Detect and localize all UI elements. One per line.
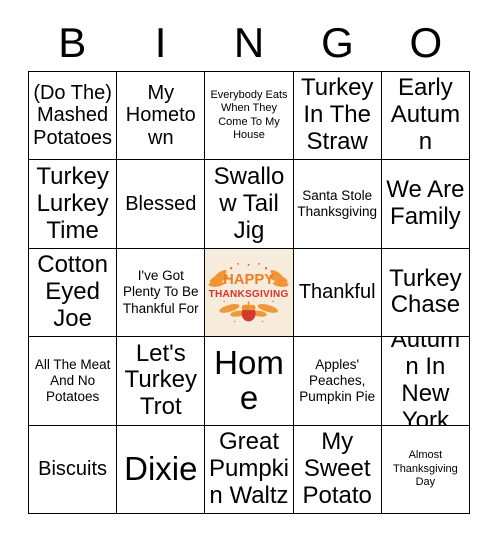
bingo-cell[interactable]: Dixie (117, 425, 206, 514)
bingo-cell[interactable]: Apples' Peaches, Pumpkin Pie (293, 337, 382, 426)
bingo-header-letter-b: B (58, 18, 87, 66)
bingo-header: B I N G O (28, 14, 470, 71)
bingo-cell[interactable]: Almost Thanksgiving Day (381, 425, 470, 514)
bingo-header-letter-g: G (321, 18, 354, 66)
bingo-card: B I N G O (Do The) Mashed Potatoes My Hom… (0, 0, 500, 544)
bingo-header-letter-n: N (233, 18, 265, 66)
svg-text:HAPPY: HAPPY (223, 272, 274, 288)
bingo-cell-label: All The Meat And No Potatoes (34, 356, 111, 404)
bingo-cell-label: Thankful (298, 281, 376, 304)
bingo-cell-label: Blessed (125, 192, 197, 215)
bingo-cell[interactable]: Let's Turkey Trot (117, 337, 206, 426)
bingo-cell-label: Everybody Eats When They Come To My Hous… (210, 88, 288, 142)
bingo-cell[interactable]: Cotton Eyed Joe (29, 248, 118, 338)
bingo-cell-label: Almost Thanksgiving Day (392, 449, 458, 488)
bingo-cell-label: I've Got Plenty To Be Thankful For (122, 268, 199, 316)
svg-text:THANKSGIVING: THANKSGIVING (209, 289, 289, 300)
bingo-cell[interactable]: I've Got Plenty To Be Thankful For (117, 248, 206, 338)
bingo-cell-label: Let's Turkey Trot (124, 339, 198, 421)
bingo-grid: (Do The) Mashed Potatoes My Hometown Every… (28, 71, 470, 514)
bingo-cell-label: Swallow Tail Jig (213, 162, 285, 244)
bingo-cell[interactable]: Biscuits (29, 425, 118, 514)
bingo-cell-label: Turkey Lurkey Time (36, 162, 109, 244)
bingo-cell-label: Turkey In The Straw (300, 74, 374, 156)
bingo-cell[interactable]: We Are Family (381, 160, 470, 249)
bingo-cell-label: Dixie (124, 449, 198, 487)
bingo-cell[interactable]: Everybody Eats When They Come To My Hous… (205, 72, 294, 161)
bingo-cell-label: Biscuits (38, 457, 108, 480)
bingo-cell-label: Turkey Chase (389, 264, 462, 319)
bingo-cell[interactable]: My Sweet Potato (293, 425, 382, 514)
bingo-cell[interactable]: Blessed (117, 160, 206, 249)
bingo-cell-label: Autumn In New York (390, 337, 461, 426)
bingo-header-letter-o: O (409, 18, 443, 66)
bingo-cell[interactable]: Early Autumn (381, 72, 470, 161)
bingo-cell-label: My Hometown (125, 81, 196, 150)
bingo-cell-label: Early Autumn (390, 74, 461, 156)
bingo-cell-label: Home (214, 344, 284, 416)
bingo-cell-label: Santa Stole Thanksgiving (297, 187, 377, 220)
bingo-cell[interactable]: Great Pumpkin Waltz (205, 425, 294, 514)
bingo-cell[interactable]: Thankful (293, 248, 382, 338)
bingo-cell[interactable]: Autumn In New York (381, 337, 470, 426)
bingo-cell[interactable]: Turkey In The Straw (293, 72, 382, 161)
bingo-cell-label: Apples' Peaches, Pumpkin Pie (299, 356, 376, 404)
bingo-cell-label: (Do The) Mashed Potatoes (33, 81, 113, 150)
bingo-cell[interactable]: All The Meat And No Potatoes (29, 337, 118, 426)
bingo-cell[interactable]: Turkey Lurkey Time (29, 160, 118, 249)
bingo-cell[interactable]: Swallow Tail Jig (205, 160, 294, 249)
bingo-cell[interactable]: Turkey Chase (381, 248, 470, 338)
bingo-cell-label: Great Pumpkin Waltz (208, 427, 289, 509)
bingo-cell[interactable]: Santa Stole Thanksgiving (293, 160, 382, 249)
bingo-cell[interactable]: Home (205, 337, 294, 426)
bingo-cell-label: We Are Family (386, 176, 465, 231)
bingo-cell[interactable]: HAPPY THANKSGIVING (205, 248, 294, 338)
bingo-cell[interactable]: (Do The) Mashed Potatoes (29, 72, 118, 161)
bingo-cell[interactable]: My Hometown (117, 72, 206, 161)
happy-thanksgiving-graphic: HAPPYTHANKSGIVING (205, 248, 293, 337)
bingo-cell-label: My Sweet Potato (302, 427, 372, 509)
bingo-cell-label: Cotton Eyed Joe (37, 251, 108, 332)
bingo-header-letter-i: I (154, 18, 167, 66)
